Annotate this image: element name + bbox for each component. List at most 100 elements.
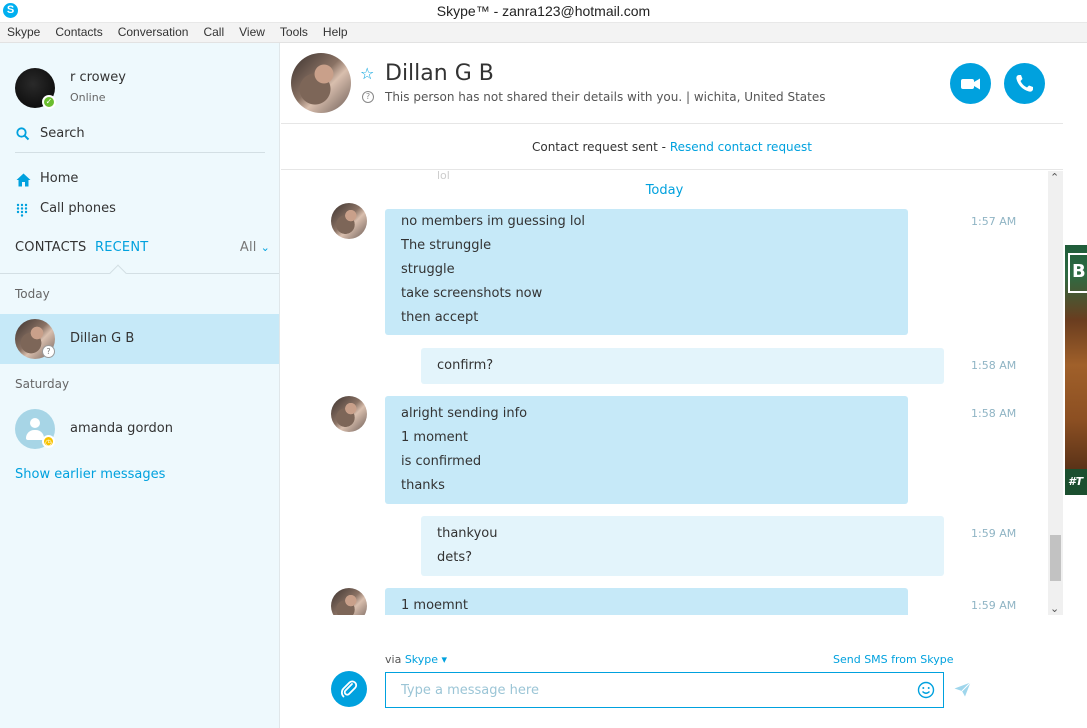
message-text: confirm? [437,358,494,373]
compose-area: via Skype ▾ Send SMS from Skype [281,615,1063,728]
request-status: Contact request sent - [531,140,670,154]
tab-indicator [109,264,127,282]
advertisement-banner[interactable]: B #T [1065,245,1087,495]
message-bubble[interactable]: confirm? [421,348,944,384]
title-bar: S Skype™ - zanra123@hotmail.com [0,0,1087,23]
nav-call-phones-label: Call phones [40,201,116,216]
message-text: The strunggle [401,238,492,253]
nav-call-phones[interactable]: Call phones [15,200,265,222]
menu-tools[interactable]: Tools [280,23,308,42]
video-camera-icon [961,78,980,90]
message-time: 1:59 AM [971,527,1017,540]
menu-contacts[interactable]: Contacts [55,23,102,42]
message-input[interactable] [385,672,944,708]
favorite-star-icon[interactable]: ☆ [360,64,374,83]
nav-home[interactable]: Home [15,170,265,192]
via-skype-dropdown[interactable]: Skype ▾ [405,653,447,666]
contact-request-bar: Contact request sent - Resend contact re… [281,123,1063,170]
contact-avatar[interactable] [291,53,351,113]
scroll-up-icon[interactable]: ⌃ [1050,171,1059,184]
menu-skype[interactable]: Skype [7,23,40,42]
message-bubble[interactable]: no members im guessing lol The strunggle… [385,209,908,335]
avatar[interactable] [331,588,367,615]
tab-recent[interactable]: RECENT [95,240,148,255]
tabs-divider [0,273,279,274]
via-skype-label: Skype [404,653,439,666]
message-text: alright sending info [401,406,528,421]
message-text: dets? [437,550,473,565]
message-text: struggle [401,262,455,277]
contact-title[interactable]: Dillan G B [385,61,494,86]
via-label: via Skype ▾ [385,653,447,666]
chat-scrollbar[interactable]: ⌃ ⌄ [1048,171,1063,615]
menu-bar: Skype Contacts Conversation Call View To… [0,23,1087,43]
via-text: via [385,653,405,666]
filter-dropdown[interactable]: All ⌄ [240,240,270,255]
ad-hashtag: #T [1065,469,1087,495]
search-icon [16,126,30,145]
send-icon[interactable] [954,682,971,701]
dialpad-icon [16,202,28,221]
search-label: Search [40,126,85,141]
ad-logo-icon: B [1068,253,1087,293]
scrollbar-thumb[interactable] [1050,535,1061,581]
message-text: no members im guessing lol [401,214,586,229]
message-bubble[interactable]: alright sending info 1 moment is confirm… [385,396,908,504]
resend-request-link[interactable]: Resend contact request [670,140,812,154]
tab-contacts[interactable]: CONTACTS [15,240,87,255]
message-time: 1:58 AM [971,359,1017,372]
profile-status[interactable]: Online [70,91,105,104]
send-sms-link[interactable]: Send SMS from Skype [833,653,953,666]
filter-label: All [239,240,257,255]
message-text: 1 moment [401,430,469,445]
pending-clock-icon: ◷ [42,435,55,448]
emoticon-icon[interactable] [917,681,935,703]
contact-tabs: CONTACTS RECENT All ⌄ [15,240,270,260]
recent-item-dillan[interactable]: ? Dillan G B [0,314,279,364]
date-divider: Today [645,183,684,198]
profile-name[interactable]: r crowey [70,70,126,85]
menu-help[interactable]: Help [323,23,348,42]
show-earlier-messages-link[interactable]: Show earlier messages [15,467,165,482]
audio-call-button[interactable] [1004,63,1045,104]
section-label-saturday: Saturday [15,377,70,391]
contact-name: Dillan G B [70,331,135,346]
nav-home-label: Home [40,171,79,186]
window-title: Skype™ - zanra123@hotmail.com [436,3,651,19]
sidebar: ✓ r crowey Online Search Home Call phone… [0,43,280,728]
message-text: then accept [401,310,479,325]
message-time: 1:58 AM [971,407,1017,420]
attach-button[interactable] [331,671,367,707]
online-status-icon[interactable]: ✓ [42,95,56,109]
search-button[interactable]: Search [15,125,265,153]
message-bubble[interactable]: 1 moemnt [385,588,908,615]
video-call-button[interactable] [950,63,991,104]
contact-name: amanda gordon [70,421,173,436]
paperclip-icon [340,680,358,698]
faded-message-text: lol [437,171,450,182]
unknown-status-icon: ? [42,345,55,358]
avatar[interactable] [331,203,367,239]
phone-icon [1016,75,1033,92]
avatar[interactable] [331,396,367,432]
message-time: 1:57 AM [971,215,1017,228]
menu-call[interactable]: Call [203,23,224,42]
message-text: take screenshots now [401,286,543,301]
recent-item-amanda[interactable]: ◷ amanda gordon [0,404,279,454]
menu-view[interactable]: View [239,23,265,42]
chat-history[interactable]: lol Today no members im guessing lol The… [281,171,1048,615]
contact-info: This person has not shared their details… [385,90,826,104]
message-text: is confirmed [401,454,482,469]
menu-conversation[interactable]: Conversation [118,23,189,42]
info-icon: ? [362,91,374,103]
message-time: 1:59 AM [971,599,1017,612]
conversation-header: ☆ Dillan G B ? This person has not share… [281,43,1063,123]
chevron-down-icon: ⌄ [260,241,270,254]
message-text: thankyou [437,526,498,541]
message-bubble[interactable]: thankyou dets? [421,516,944,576]
message-text: 1 moemnt [401,598,469,613]
scroll-down-icon[interactable]: ⌄ [1050,602,1059,615]
section-label-today: Today [15,287,50,301]
home-icon [16,172,31,191]
message-text: thanks [401,478,445,493]
